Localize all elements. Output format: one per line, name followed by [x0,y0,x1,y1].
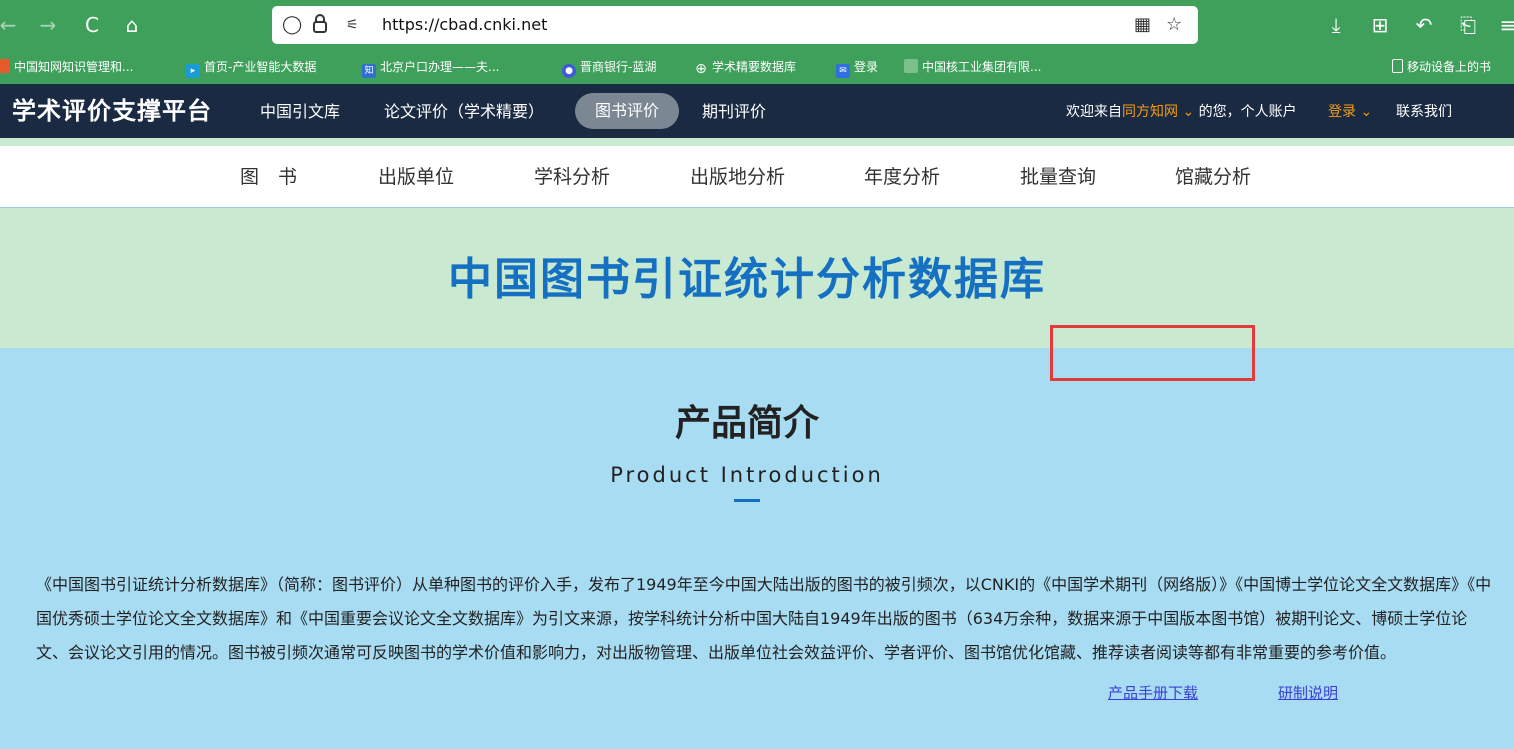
permissions-icon[interactable]: ⚟ [346,14,359,36]
bookmark-item[interactable]: ✉ 登录 [836,58,878,78]
intro-paragraph: 《中国图书引证统计分析数据库》（简称：图书评价）从单种图书的评价入手，发布了19… [36,575,1492,662]
star-bookmark-icon[interactable]: ☆ [1166,14,1182,36]
mobile-bookmarks[interactable]: 移动设备上的书 [1392,58,1491,76]
url-text[interactable]: https://cbad.cnki.net [382,15,547,35]
welcome-text: 欢迎来自同方知网 ⌄ 的您，个人账户 [1066,104,1297,120]
shield-icon[interactable]: ◯ [282,14,302,36]
contact-link[interactable]: 联系我们 [1396,102,1452,122]
lock-icon[interactable] [312,14,328,40]
highlight-box [1050,325,1255,381]
chevron-down-icon[interactable]: ⌄ [1178,104,1199,120]
hero-banner: 中国图书引证统计分析数据库 [0,208,1514,348]
undo-icon[interactable]: ↶ [1410,10,1438,40]
bookmark-item[interactable]: ▸ 首页-产业智能大数据 [186,58,316,78]
login-button[interactable]: 登录 ⌄ [1328,102,1372,122]
browser-toolbar: ← → C ⌂ ◯ ⚟ https://cbad.cnki.net ▦ ☆ ⤓ … [0,0,1514,50]
subnav-subject-analysis[interactable]: 学科分析 [534,164,610,190]
reload-icon[interactable]: C [78,10,106,40]
bookmark-item[interactable]: 中国核工业集团有限... [904,58,1041,76]
play-icon: ▸ [186,64,200,78]
nav-journal-evaluation[interactable]: 期刊评价 [702,100,766,124]
header-stripe [0,138,1514,146]
globe-icon: ⊕ [695,61,707,77]
intro-subtitle: Product Introduction [610,463,884,487]
subnav-books[interactable]: 图 书 [240,164,297,190]
share-icon[interactable]: ⎗ [1454,10,1482,40]
subnav-annual-analysis[interactable]: 年度分析 [864,164,940,190]
development-notes-link[interactable]: 研制说明 [1278,682,1338,704]
intro-title: 产品简介 [674,403,819,444]
forward-icon[interactable]: → [34,10,62,40]
nav-paper-evaluation[interactable]: 论文评价（学术精要） [384,100,544,124]
site-brand[interactable]: 学术评价支撑平台 [12,96,212,126]
mobile-device-icon [1392,59,1403,73]
bookmarks-bar: 中国知网知识管理和... ▸ 首页-产业智能大数据 知北京户口办理——夫... ●… [0,50,1514,84]
hero-title: 中国图书引证统计分析数据库 [448,254,1046,305]
mail-icon: ✉ [836,64,850,78]
lanhu-icon: ● [562,64,576,78]
subnav-collection-analysis[interactable]: 馆藏分析 [1175,164,1251,190]
download-icon[interactable]: ⤓ [1322,10,1350,40]
subnav-publish-place-analysis[interactable]: 出版地分析 [690,164,785,190]
bookmark-item[interactable]: ● 晋商银行-蓝湖 [562,58,656,78]
menu-icon[interactable]: ≡ [1494,10,1514,40]
site-header: 学术评价支撑平台 中国引文库 论文评价（学术精要） 图书评价 期刊评价 欢迎来自… [0,84,1514,138]
nav-citation-db[interactable]: 中国引文库 [260,100,340,124]
crop-icon[interactable]: ⊞ [1366,10,1394,40]
title-underline [734,499,760,502]
qr-code-icon[interactable]: ▦ [1134,14,1151,36]
bookmark-favicon-icon [904,59,918,73]
zhihu-icon: 知 [362,64,376,78]
manual-download-link[interactable]: 产品手册下载 [1108,682,1198,704]
back-icon[interactable]: ← [0,10,22,40]
subnav-publishers[interactable]: 出版单位 [378,164,454,190]
address-bar[interactable]: ◯ ⚟ https://cbad.cnki.net ▦ ☆ [272,6,1198,44]
home-icon[interactable]: ⌂ [118,10,146,40]
subnav-batch-query[interactable]: 批量查询 [1020,164,1096,190]
bookmark-favicon-icon [0,59,10,73]
bookmark-item[interactable]: ⊕ 学术精要数据库 [694,58,796,76]
bookmark-item[interactable]: 中国知网知识管理和... [0,58,133,76]
sub-nav: 图 书 出版单位 学科分析 出版地分析 年度分析 批量查询 馆藏分析 [0,146,1514,208]
org-name[interactable]: 同方知网 [1122,104,1178,120]
nav-book-evaluation[interactable]: 图书评价 [575,93,680,129]
chevron-down-icon: ⌄ [1356,104,1373,120]
bookmark-item[interactable]: 知北京户口办理——夫... [362,58,499,78]
